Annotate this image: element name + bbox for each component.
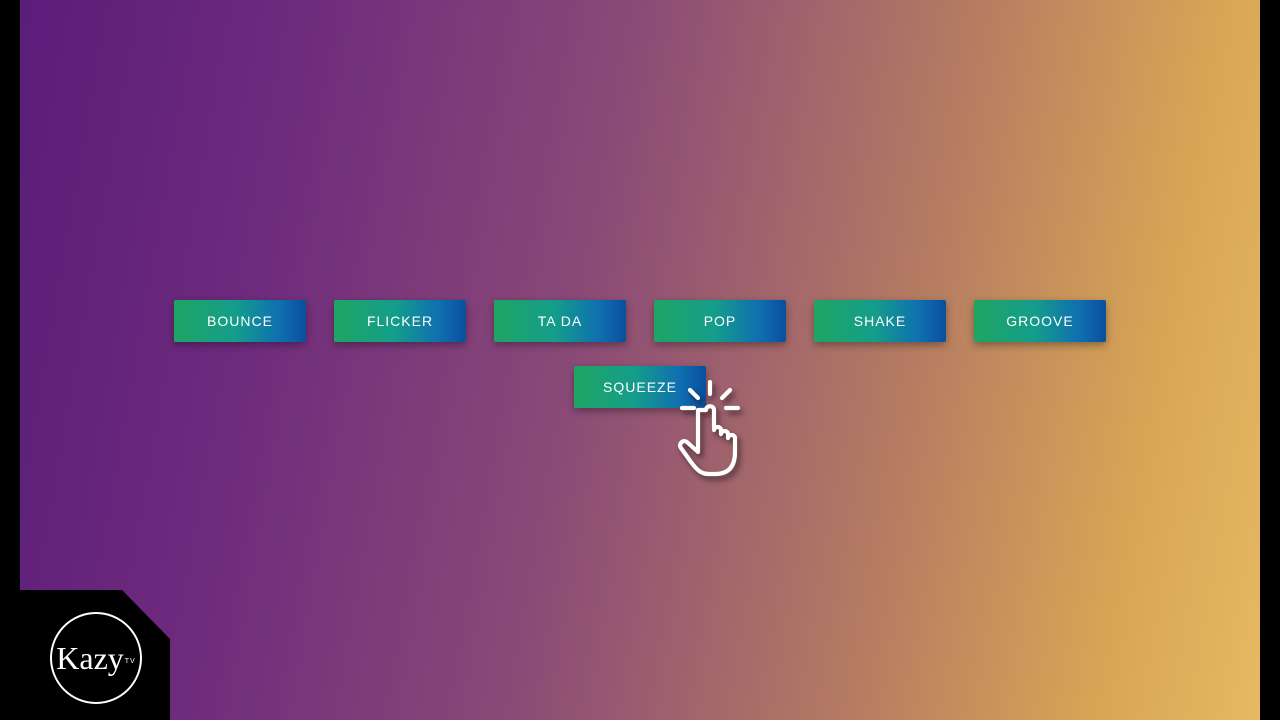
button-area: BOUNCE FLICKER TA DA POP SHAKE GROOVE SQ… — [20, 300, 1260, 432]
channel-logo: KazyTV — [20, 590, 170, 720]
groove-button[interactable]: GROOVE — [974, 300, 1106, 342]
squeeze-button[interactable]: SQUEEZE — [574, 366, 706, 408]
pop-button[interactable]: POP — [654, 300, 786, 342]
logo-subtext: TV — [125, 658, 136, 665]
logo-circle: KazyTV — [50, 612, 142, 704]
bounce-button[interactable]: BOUNCE — [174, 300, 306, 342]
gradient-canvas: BOUNCE FLICKER TA DA POP SHAKE GROOVE SQ… — [20, 0, 1260, 720]
logo-text: Kazy — [56, 640, 124, 676]
button-row-1: BOUNCE FLICKER TA DA POP SHAKE GROOVE — [20, 300, 1260, 342]
flicker-button[interactable]: FLICKER — [334, 300, 466, 342]
tada-button[interactable]: TA DA — [494, 300, 626, 342]
stage: BOUNCE FLICKER TA DA POP SHAKE GROOVE SQ… — [0, 0, 1280, 720]
button-row-2: SQUEEZE — [20, 366, 1260, 408]
shake-button[interactable]: SHAKE — [814, 300, 946, 342]
